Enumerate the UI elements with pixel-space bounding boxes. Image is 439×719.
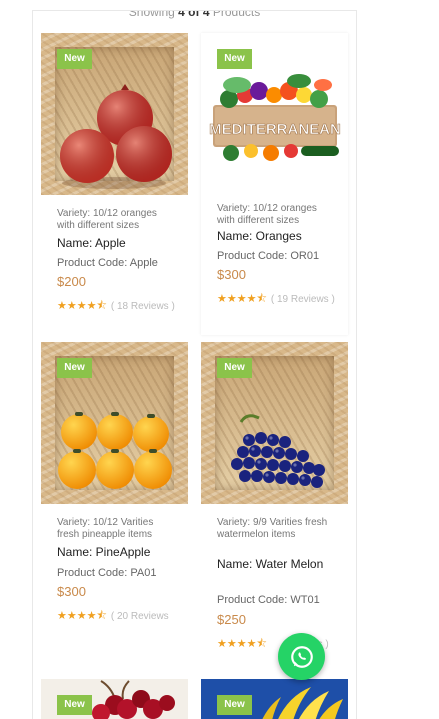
- product-image[interactable]: New: [41, 679, 188, 719]
- star-rating-icon: ★★★★⯪: [57, 300, 107, 312]
- product-rating: ★★★★⯪ ( 20 Reviews: [57, 607, 169, 626]
- product-card-bananas[interactable]: New: [201, 679, 348, 719]
- whatsapp-icon: [290, 645, 313, 668]
- product-name[interactable]: Name: Apple: [57, 236, 182, 251]
- product-card-oranges[interactable]: MEDITERRANEAN New Variety: 10/12 oranges…: [201, 33, 348, 335]
- product-code: Product Code: Apple: [57, 257, 158, 269]
- product-price: $300: [57, 584, 86, 599]
- review-count[interactable]: ( 19 Reviews ): [271, 294, 335, 305]
- new-badge: New: [217, 358, 252, 378]
- product-image[interactable]: New: [41, 33, 188, 195]
- product-variety: Variety: 10/12 oranges with different si…: [57, 208, 157, 231]
- product-price: $250: [217, 612, 246, 627]
- review-count[interactable]: ( 20 Reviews: [111, 611, 169, 622]
- product-code: Product Code: OR01: [217, 250, 320, 262]
- new-badge: New: [217, 695, 252, 715]
- showing-products-text: Showing 4 of 4 Products: [128, 10, 261, 19]
- product-code: Product Code: WT01: [217, 594, 320, 606]
- product-card-cherries[interactable]: New: [41, 679, 188, 719]
- star-rating-icon: ★★★★⯪: [217, 638, 267, 650]
- product-listing-panel: Showing 4 of 4 Products New Variety: 10/…: [32, 10, 357, 719]
- product-rating: ★★★★⯪ ( 18 Reviews ): [57, 297, 175, 316]
- new-badge: New: [217, 49, 252, 69]
- product-price: $200: [57, 274, 86, 289]
- product-card-water-melon[interactable]: New Variety: 9/9 Varities fresh watermel…: [201, 342, 348, 652]
- review-count[interactable]: ( 18 Reviews ): [111, 301, 175, 312]
- product-variety: Variety: 9/9 Varities fresh watermelon i…: [217, 517, 328, 540]
- product-rating: ★★★★⯪ ( 19 Reviews ): [217, 290, 335, 309]
- product-code: Product Code: PA01: [57, 567, 157, 579]
- whatsapp-chat-button[interactable]: [278, 633, 325, 680]
- new-badge: New: [57, 695, 92, 715]
- star-rating-icon: ★★★★⯪: [217, 293, 267, 305]
- star-rating-icon: ★★★★⯪: [57, 610, 107, 622]
- product-image[interactable]: MEDITERRANEAN New: [201, 33, 348, 195]
- product-card-pineapple[interactable]: New Variety: 10/12 Varities fresh pineap…: [41, 342, 188, 652]
- new-badge: New: [57, 49, 92, 69]
- product-image[interactable]: New: [41, 342, 188, 504]
- product-name[interactable]: Name: PineApple: [57, 545, 182, 560]
- product-image[interactable]: New: [201, 342, 348, 504]
- product-name[interactable]: Name: Oranges: [217, 229, 342, 244]
- product-name[interactable]: Name: Water Melon: [217, 557, 342, 572]
- product-image[interactable]: New: [201, 679, 348, 719]
- crate-label: MEDITERRANEAN: [209, 121, 341, 138]
- product-variety: Variety: 10/12 oranges with different si…: [217, 203, 317, 226]
- product-card-apple[interactable]: New Variety: 10/12 oranges with differen…: [41, 33, 188, 335]
- new-badge: New: [57, 358, 92, 378]
- product-price: $300: [217, 267, 246, 282]
- product-variety: Variety: 10/12 Varities fresh pineapple …: [57, 517, 154, 540]
